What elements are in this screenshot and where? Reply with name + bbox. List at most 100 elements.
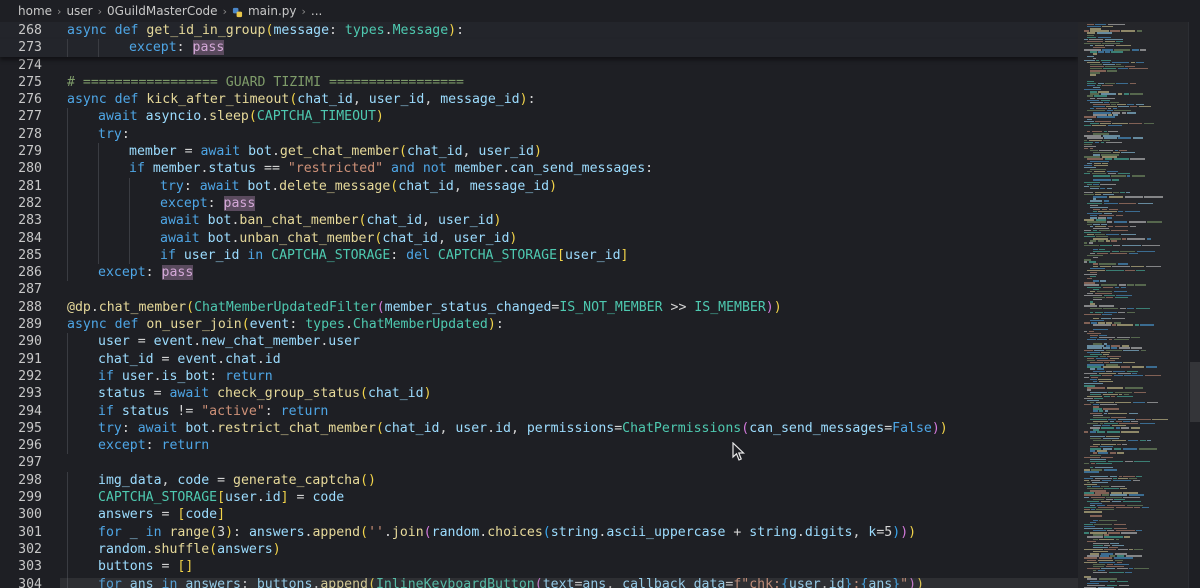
code-line[interactable]: 300 answers = [code] (0, 506, 1078, 524)
minimap-code-line (1124, 196, 1143, 198)
breadcrumb-item[interactable]: 0GuildMasterCode (107, 4, 218, 18)
code-line[interactable]: 268 async def get_id_in_group(message: ty… (0, 22, 1078, 40)
code-line[interactable]: 286 except: pass (0, 264, 1078, 282)
minimap-code-line (1117, 444, 1121, 446)
code-token: check_group_status (217, 386, 361, 402)
minimap-code-line (1109, 452, 1116, 454)
breadcrumb-item[interactable]: home (18, 4, 52, 18)
line-number: 276 (18, 92, 42, 108)
code-line[interactable]: 291 chat_id = event.chat.id (0, 350, 1078, 368)
code-editor[interactable]: 268 async def get_id_in_group(message: ty… (0, 22, 1078, 588)
code-token: except (98, 438, 146, 454)
code-line[interactable]: 278 try: (0, 125, 1078, 144)
minimap-code-line (1124, 210, 1141, 213)
code-line[interactable]: 295 try: await bot.restrict_chat_member(c… (0, 419, 1078, 438)
code-token: code (177, 472, 210, 488)
code-text: try: (98, 126, 130, 143)
breadcrumb-item[interactable]: main.py (248, 4, 297, 18)
code-line[interactable]: 277 await asyncio.sleep(CAPTCHA_TIMEOUT) (0, 108, 1078, 126)
minimap-code-line (1084, 185, 1089, 188)
minimap-code-line (1087, 339, 1096, 341)
line-number: 293 (18, 386, 42, 402)
code-line[interactable]: 297 (0, 454, 1078, 471)
code-line[interactable]: 299 CAPTCHA_STORAGE[user.id] = code (0, 489, 1078, 507)
code-token: ( (360, 386, 368, 402)
minimap-code-line (1099, 538, 1115, 540)
minimap-code-line (1093, 299, 1102, 301)
code-token: def (114, 317, 147, 333)
code-line[interactable]: 288 @dp.chat_member(ChatMemberUpdatedFilt… (0, 299, 1078, 316)
code-token: await (199, 178, 248, 194)
code-token: if (98, 403, 122, 419)
minimap-code-line (1139, 439, 1146, 442)
code-token: join (391, 524, 424, 540)
minimap-code-line (1123, 496, 1141, 498)
code-token: IS_NOT_MEMBER (559, 299, 663, 315)
indent-guide (67, 419, 68, 438)
code-line[interactable]: 279 member = await bot.get_chat_member(ch… (0, 143, 1078, 161)
code-line[interactable]: 293 status = await check_group_status(cha… (0, 385, 1078, 403)
code-line[interactable]: 298 img_data, code = generate_captcha() (0, 471, 1078, 490)
code-line[interactable]: 283 await bot.ban_chat_member(chat_id, us… (0, 212, 1078, 230)
minimap[interactable] (1078, 22, 1188, 588)
code-token: await (98, 109, 146, 125)
indent-guide (98, 143, 99, 161)
code-text: img_data, code = generate_captcha() (98, 472, 376, 489)
code-token: ] (217, 507, 226, 523)
code-line[interactable]: 290 user = event.new_chat_member.user (0, 333, 1078, 351)
code-line[interactable]: 273 except: pass (0, 39, 1078, 57)
breadcrumb-item[interactable]: ... (311, 4, 322, 18)
minimap-code-line (1105, 51, 1110, 53)
mouse-pointer-icon (732, 442, 745, 461)
line-number: 281 (18, 178, 42, 194)
code-token: ) (487, 317, 496, 333)
code-token: , (462, 144, 479, 160)
minimap-code-line (1111, 229, 1129, 232)
minimap-code-line (1127, 284, 1134, 286)
minimap-code-line (1116, 580, 1129, 582)
code-line[interactable]: 276 async def kick_after_timeout(chat_id,… (0, 91, 1078, 108)
minimap-code-line (1118, 105, 1129, 108)
code-line[interactable]: 294 if status != "active": return (0, 402, 1078, 420)
code-token: ) (519, 92, 528, 108)
code-token: '' (368, 524, 384, 540)
code-line[interactable]: 274 (0, 57, 1078, 74)
breadcrumb-item[interactable]: user (66, 4, 92, 18)
code-token: @dp (67, 299, 91, 315)
minimap-code-line (1114, 225, 1129, 227)
code-line[interactable]: 282 except: pass (0, 194, 1078, 213)
code-line[interactable]: 287 (0, 281, 1078, 298)
code-token: ChatPermissions (622, 420, 742, 436)
code-text: except: return (98, 437, 209, 454)
code-text: except: pass (129, 39, 225, 56)
code-line[interactable]: 275 # ================= GUARD TIZIMI ====… (0, 74, 1078, 91)
code-token: types (344, 23, 385, 38)
minimap-code-line (1097, 240, 1105, 242)
code-line[interactable]: 292 if user.is_bot: return (0, 367, 1078, 386)
code-line[interactable]: 284 await bot.unban_chat_member(chat_id, … (0, 229, 1078, 247)
line-number: 282 (18, 195, 42, 211)
code-line[interactable]: 301 for _ in range(3): answers.append(''.… (0, 523, 1078, 541)
code-text: user = event.new_chat_member.user (98, 333, 360, 350)
code-token: chat_id (367, 386, 424, 402)
code-line[interactable]: 302 random.shuffle(answers) (0, 540, 1078, 559)
code-line[interactable]: 296 except: return (0, 437, 1078, 455)
code-line[interactable]: 281 try: await bot.delete_message(chat_id… (0, 177, 1078, 195)
minimap-code-line (1117, 324, 1134, 326)
horizontal-scrollbar[interactable] (60, 578, 1078, 588)
code-line[interactable]: 285 if user_id in CAPTCHA_STORAGE: del CA… (0, 246, 1078, 265)
code-line[interactable]: 289 async def on_user_join(event: types.C… (0, 316, 1078, 333)
scrollbar-thumb[interactable] (1190, 362, 1200, 422)
minimap-code-line (1106, 387, 1124, 389)
vertical-scrollbar[interactable] (1188, 22, 1200, 588)
code-text: if member. status == "restricted" and not… (129, 160, 653, 177)
code-line[interactable]: 303 buttons = [] (0, 558, 1078, 576)
minimap-code-line (1084, 431, 1089, 433)
code-token: await (200, 144, 249, 160)
code-token: await (160, 213, 208, 229)
minimap-code-line (1113, 158, 1129, 160)
code-line[interactable]: 280 if member. status == "restricted" and … (0, 160, 1078, 178)
indent-guide (67, 39, 68, 57)
minimap-code-line (1113, 221, 1128, 223)
indent-guide (67, 367, 68, 386)
